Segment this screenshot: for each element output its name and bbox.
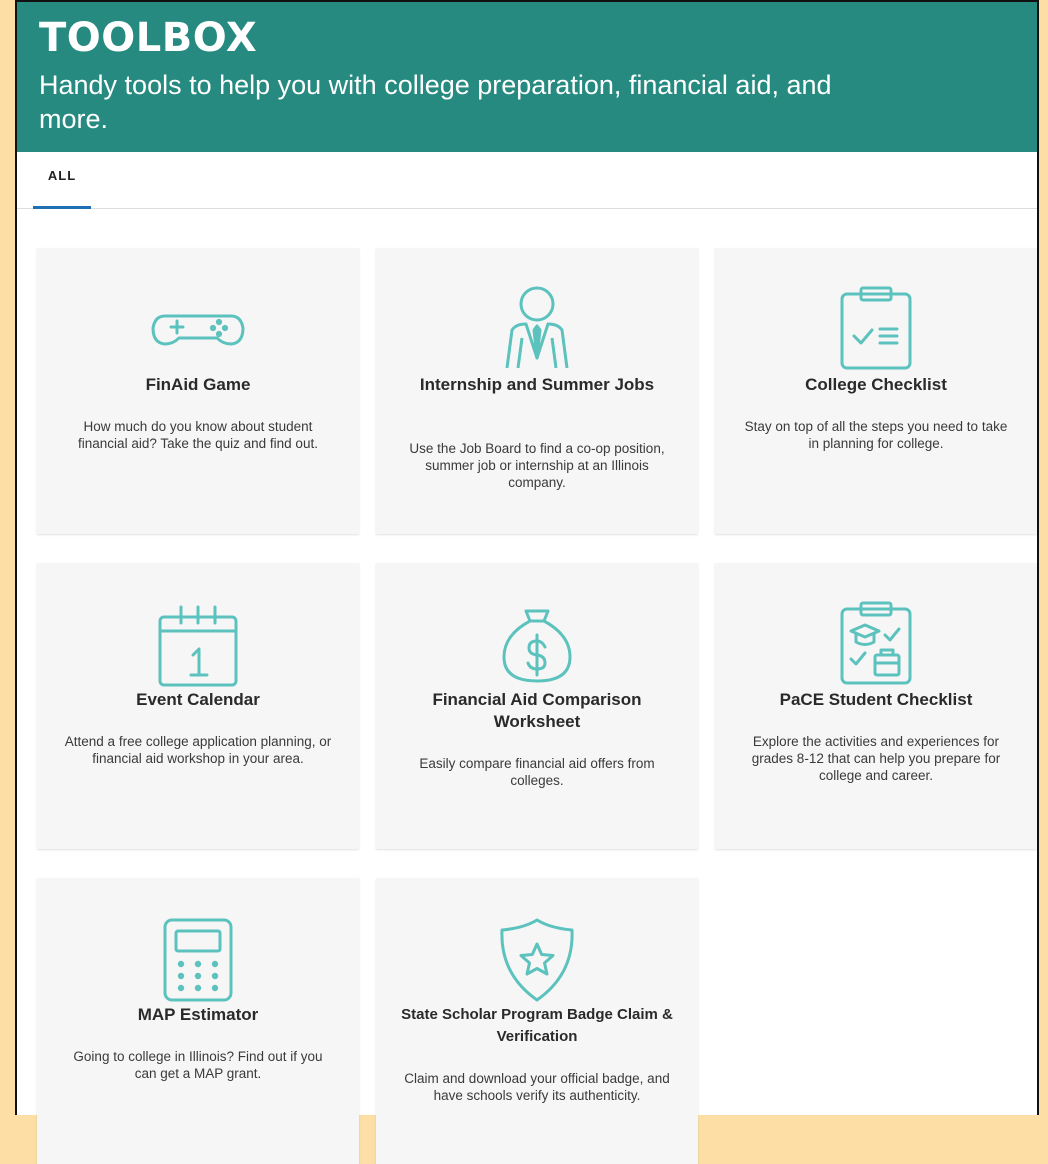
card-title: Internship and Summer Jobs [419, 375, 655, 394]
tool-card-event-calendar[interactable]: Event Calendar Attend a free college app… [37, 563, 359, 849]
page-subtitle: Handy tools to help you with college pre… [39, 70, 832, 134]
card-title: Event Calendar [136, 690, 260, 709]
person-suit-icon [376, 284, 698, 368]
tool-card-financial-aid-comparison[interactable]: Financial Aid Comparison Worksheet Easil… [376, 563, 698, 849]
card-title: Financial Aid Comparison Worksheet [432, 690, 642, 731]
tool-card-internship-jobs[interactable]: Internship and Summer Jobs Use the Job B… [376, 248, 698, 534]
card-description: How much do you know about student finan… [78, 419, 318, 451]
tool-card-college-checklist[interactable]: College Checklist Stay on top of all the… [715, 248, 1037, 534]
calendar-icon [37, 603, 359, 687]
calculator-icon [37, 918, 359, 1002]
card-description: Explore the activities and experiences f… [751, 734, 1001, 783]
shield-star-icon [376, 918, 698, 1002]
tab-bar: ALL [17, 152, 1037, 209]
card-description: Claim and download your official badge, … [404, 1071, 670, 1103]
card-description: Easily compare financial aid offers from… [419, 756, 655, 788]
card-description: Going to college in Illinois? Find out i… [73, 1049, 323, 1081]
tool-card-map-estimator[interactable]: MAP Estimator Going to college in Illino… [37, 878, 359, 1164]
money-bag-icon [376, 599, 698, 683]
card-description: Attend a free college application planni… [64, 734, 332, 766]
card-description: Stay on top of all the steps you need to… [744, 419, 1008, 451]
tool-card-pace-student-checklist[interactable]: PaCE Student Checklist Explore the activ… [715, 563, 1037, 849]
game-controller-icon [37, 288, 359, 368]
card-title: State Scholar Program Badge Claim & Veri… [401, 1006, 673, 1045]
card-title: MAP Estimator [137, 1005, 259, 1024]
card-title: College Checklist [805, 375, 947, 394]
tool-card-state-scholar-badge[interactable]: State Scholar Program Badge Claim & Veri… [376, 878, 698, 1164]
active-tab-indicator [33, 206, 91, 209]
tool-card-finaid-game[interactable]: FinAid Game How much do you know about s… [37, 248, 359, 534]
clipboard-checklist-icon [715, 286, 1037, 370]
card-title: PaCE Student Checklist [779, 690, 973, 709]
card-description: Use the Job Board to find a co-op positi… [409, 441, 665, 490]
toolbox-header: TOOLBOX Handy tools to help you with col… [17, 2, 1037, 152]
tab-all-label: ALL [47, 168, 77, 183]
page-title: TOOLBOX [39, 15, 258, 61]
tab-all[interactable]: ALL [33, 152, 91, 209]
card-title: FinAid Game [145, 375, 251, 394]
student-checklist-icon [715, 601, 1037, 685]
